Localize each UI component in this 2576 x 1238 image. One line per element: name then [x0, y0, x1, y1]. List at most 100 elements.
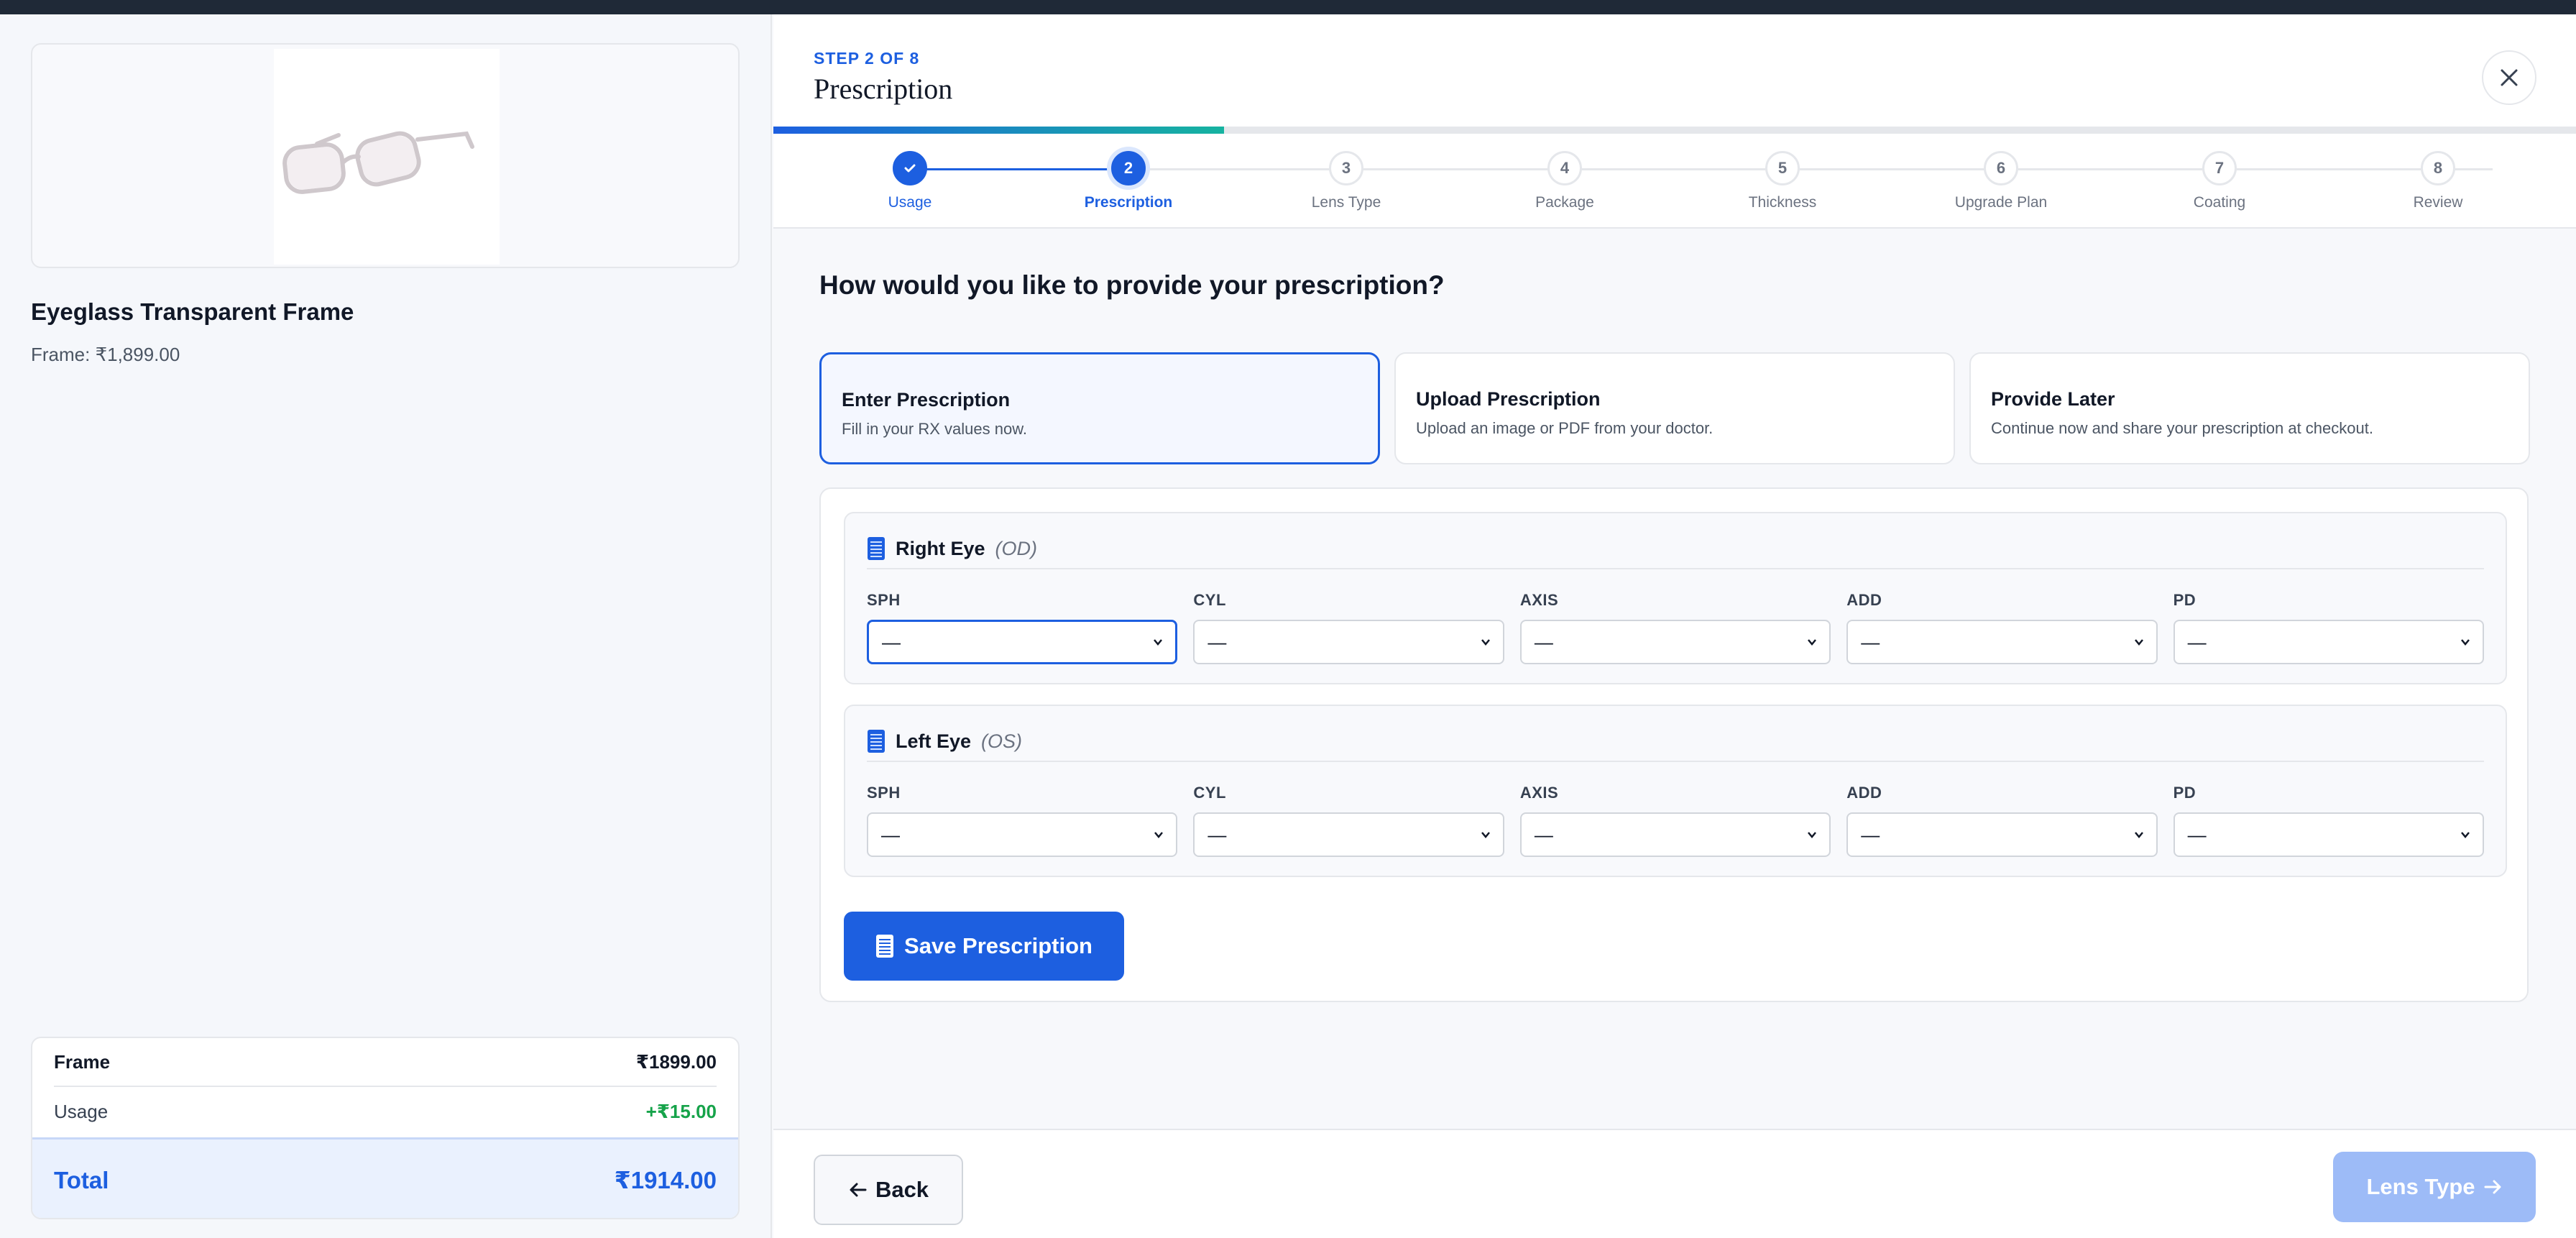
- step-counter: STEP 2 OF 8: [814, 49, 920, 68]
- option-title: Upload Prescription: [1416, 388, 1601, 410]
- back-button[interactable]: Back: [814, 1155, 963, 1225]
- right-cyl-select[interactable]: —: [1193, 620, 1504, 664]
- chevron-down-icon: [1481, 832, 1490, 838]
- step-label: Lens Type: [1311, 194, 1381, 211]
- step-upgrade-plan[interactable]: 6 Upgrade Plan: [1929, 151, 2073, 211]
- next-lens-type-button[interactable]: Lens Type: [2333, 1152, 2536, 1222]
- left-axis-select[interactable]: —: [1519, 812, 1831, 857]
- next-button-label: Lens Type: [2366, 1174, 2475, 1199]
- step-number: 3: [1329, 151, 1363, 185]
- option-provide-later[interactable]: Provide Later Continue now and share you…: [1969, 352, 2530, 464]
- close-icon: [2501, 69, 2518, 86]
- select-value: —: [2187, 823, 2207, 845]
- step-label: Upgrade Plan: [1954, 194, 2048, 211]
- option-title: Enter Prescription: [842, 389, 1011, 411]
- prescription-icon: [876, 935, 894, 958]
- right-add-select[interactable]: —: [1846, 620, 2158, 664]
- left-add-select[interactable]: —: [1846, 812, 2158, 857]
- step-number: 7: [2202, 151, 2237, 185]
- total-value: ₹1914.00: [614, 1167, 717, 1193]
- summary-row-label: Usage: [54, 1100, 109, 1122]
- configurator-panel: STEP 2 OF 8 Prescription Usage 2 Prescri…: [773, 14, 2576, 1238]
- field-label-pd: PD: [2173, 591, 2196, 609]
- product-summary-panel: Eyeglass Transparent Frame Frame: ₹1,899…: [0, 14, 772, 1238]
- stepper: Usage 2 Prescription 3 Lens Type 4 Packa…: [773, 134, 2576, 229]
- summary-row-value: ₹1899.00: [635, 1050, 717, 1073]
- chevron-down-icon: [2461, 832, 2470, 838]
- total-label: Total: [54, 1166, 109, 1193]
- product-image: [274, 49, 500, 265]
- select-value: —: [1208, 823, 1227, 845]
- eye-code: (OS): [981, 730, 1023, 752]
- step-label: Review: [2413, 194, 2463, 211]
- prescription-icon: [868, 730, 885, 753]
- step-prescription[interactable]: 2 Prescription: [1057, 151, 1200, 211]
- left-cyl-select[interactable]: —: [1193, 812, 1504, 857]
- step-review[interactable]: 8 Review: [2366, 151, 2510, 211]
- select-value: —: [1861, 823, 1880, 845]
- step-label: Coating: [2193, 194, 2246, 211]
- prescription-form: Right Eye (OD) SPH — CYL — AXIS — ADD — …: [819, 487, 2529, 1002]
- check-icon: [893, 151, 927, 185]
- step-thickness[interactable]: 5 Thickness: [1711, 151, 1854, 211]
- field-label-axis: AXIS: [1519, 784, 1559, 802]
- right-sph-select[interactable]: —: [867, 620, 1178, 664]
- left-eye-section: Left Eye (OS) SPH — CYL — AXIS — ADD — P…: [844, 705, 2507, 877]
- arrow-right-icon: [2484, 1180, 2501, 1194]
- step-header: STEP 2 OF 8 Prescription: [773, 14, 2576, 128]
- product-frame-price: Frame: ₹1,899.00: [31, 344, 180, 365]
- eye-title: Left Eye: [896, 730, 972, 752]
- eye-title: Right Eye: [896, 537, 985, 559]
- chevron-down-icon: [2461, 639, 2470, 646]
- option-subtitle: Continue now and share your prescription…: [1991, 419, 2373, 437]
- field-label-axis: AXIS: [1519, 591, 1559, 609]
- prescription-icon: [868, 537, 885, 560]
- arrow-left-icon: [850, 1183, 867, 1197]
- product-title: Eyeglass Transparent Frame: [31, 298, 354, 325]
- right-eye-header: Right Eye (OD): [867, 529, 2484, 569]
- right-pd-select[interactable]: —: [2173, 620, 2485, 664]
- progress-bar: [773, 127, 2576, 134]
- chevron-down-icon: [1808, 832, 1817, 838]
- field-label-sph: SPH: [867, 591, 901, 609]
- footer-nav: Back Lens Type: [773, 1129, 2576, 1238]
- right-axis-select[interactable]: —: [1519, 620, 1831, 664]
- progress-bar-fill: [773, 127, 1224, 134]
- field-label-add: ADD: [1846, 591, 1882, 609]
- left-sph-select[interactable]: —: [867, 812, 1178, 857]
- chevron-down-icon: [2134, 832, 2143, 838]
- eye-code: (OD): [995, 537, 1038, 559]
- step-number: 6: [1984, 151, 2018, 185]
- browser-top-bar: [0, 0, 2576, 14]
- select-value: —: [1534, 631, 1553, 653]
- summary-row-value: +₹15.00: [645, 1100, 717, 1122]
- page-title: Prescription: [814, 73, 953, 105]
- select-value: —: [881, 823, 900, 845]
- step-usage[interactable]: Usage: [838, 151, 982, 211]
- step-label: Thickness: [1748, 194, 1817, 211]
- select-value: —: [1208, 631, 1227, 653]
- step-label: Usage: [888, 194, 932, 211]
- summary-row-label: Frame: [54, 1050, 111, 1073]
- price-summary: Frame ₹1899.00 Usage +₹15.00 Total ₹1914…: [31, 1037, 740, 1219]
- close-button[interactable]: [2482, 50, 2536, 105]
- left-pd-select[interactable]: —: [2173, 812, 2485, 857]
- field-label-cyl: CYL: [1193, 784, 1226, 802]
- chevron-down-icon: [1154, 832, 1164, 838]
- step-label: Prescription: [1084, 194, 1173, 211]
- option-title: Provide Later: [1991, 388, 2115, 410]
- option-upload-prescription[interactable]: Upload Prescription Upload an image or P…: [1394, 352, 1955, 464]
- option-enter-prescription[interactable]: Enter Prescription Fill in your RX value…: [819, 352, 1380, 464]
- select-value: —: [1861, 631, 1880, 653]
- step-package[interactable]: 4 Package: [1493, 151, 1637, 211]
- chevron-down-icon: [1481, 639, 1490, 646]
- left-eye-header: Left Eye (OS): [867, 722, 2484, 762]
- summary-total: Total ₹1914.00: [32, 1137, 738, 1218]
- step-lens-type[interactable]: 3 Lens Type: [1274, 151, 1418, 211]
- step-number: 5: [1765, 151, 1800, 185]
- step-coating[interactable]: 7 Coating: [2148, 151, 2291, 211]
- save-prescription-button[interactable]: Save Prescription: [844, 912, 1124, 981]
- summary-row-frame: Frame ₹1899.00: [54, 1038, 717, 1087]
- summary-row-usage: Usage +₹15.00: [54, 1087, 717, 1136]
- option-subtitle: Fill in your RX values now.: [842, 420, 1027, 438]
